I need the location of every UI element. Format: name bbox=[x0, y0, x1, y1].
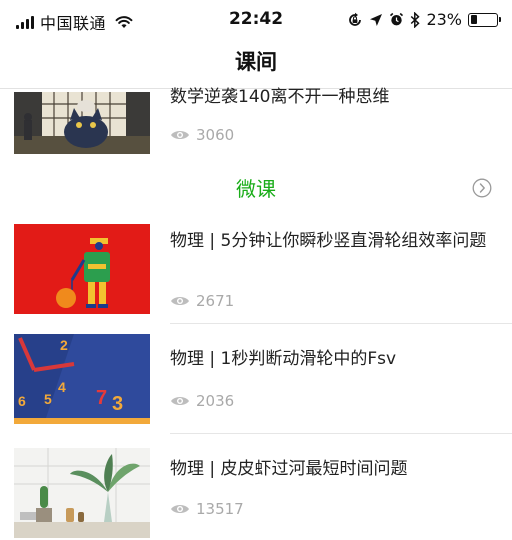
view-count: 2036 bbox=[170, 392, 234, 410]
chevron-right-circle-icon[interactable] bbox=[472, 178, 492, 198]
view-count-value: 3060 bbox=[196, 126, 235, 144]
eye-icon bbox=[171, 296, 189, 306]
thumbnail-image-cat-room bbox=[14, 92, 150, 154]
view-count: 13517 bbox=[170, 500, 244, 518]
item-title: 数学逆袭140离不开一种思维 bbox=[170, 87, 390, 107]
view-count-value: 2036 bbox=[196, 392, 235, 410]
item-title: 物理 | 皮皮虾过河最短时间问题 bbox=[170, 459, 408, 479]
section-title: 微课 bbox=[236, 177, 276, 201]
thumbnail-image-plants bbox=[14, 448, 150, 538]
svg-text:3: 3 bbox=[112, 393, 123, 415]
view-count: 2671 bbox=[170, 292, 234, 310]
item-title: 物理 | 1秒判断动滑轮中的Fsv bbox=[170, 349, 397, 369]
eye-icon bbox=[171, 130, 189, 140]
view-count-value: 2671 bbox=[196, 292, 235, 310]
item-title: 物理 | 5分钟让你瞬秒竖直滑轮组效率问题 bbox=[170, 231, 487, 251]
thumbnail-image-pulley-red bbox=[14, 224, 150, 314]
list-item[interactable]: 物理 | 皮皮虾过河最短时间问题 13517 bbox=[0, 434, 512, 540]
list-item[interactable]: 物理 | 5分钟让你瞬秒竖直滑轮组效率问题 2671 bbox=[0, 212, 512, 322]
svg-text:4: 4 bbox=[58, 379, 66, 395]
svg-text:5: 5 bbox=[44, 391, 52, 407]
thumbnail-image-clock-blue: 2 4 5 6 7 3 bbox=[14, 334, 150, 424]
svg-text:6: 6 bbox=[18, 393, 26, 409]
eye-icon bbox=[171, 396, 189, 406]
svg-text:7: 7 bbox=[96, 387, 107, 409]
view-count: 3060 bbox=[170, 126, 234, 144]
eye-icon bbox=[171, 504, 189, 514]
list-item[interactable]: 数学逆袭140离不开一种思维 3060 bbox=[0, 0, 512, 170]
list-item[interactable]: 2 4 5 6 7 3 物理 | 1秒判断动滑轮中的Fsv 2036 bbox=[0, 324, 512, 432]
view-count-value: 13517 bbox=[196, 500, 244, 518]
svg-text:2: 2 bbox=[60, 337, 68, 353]
